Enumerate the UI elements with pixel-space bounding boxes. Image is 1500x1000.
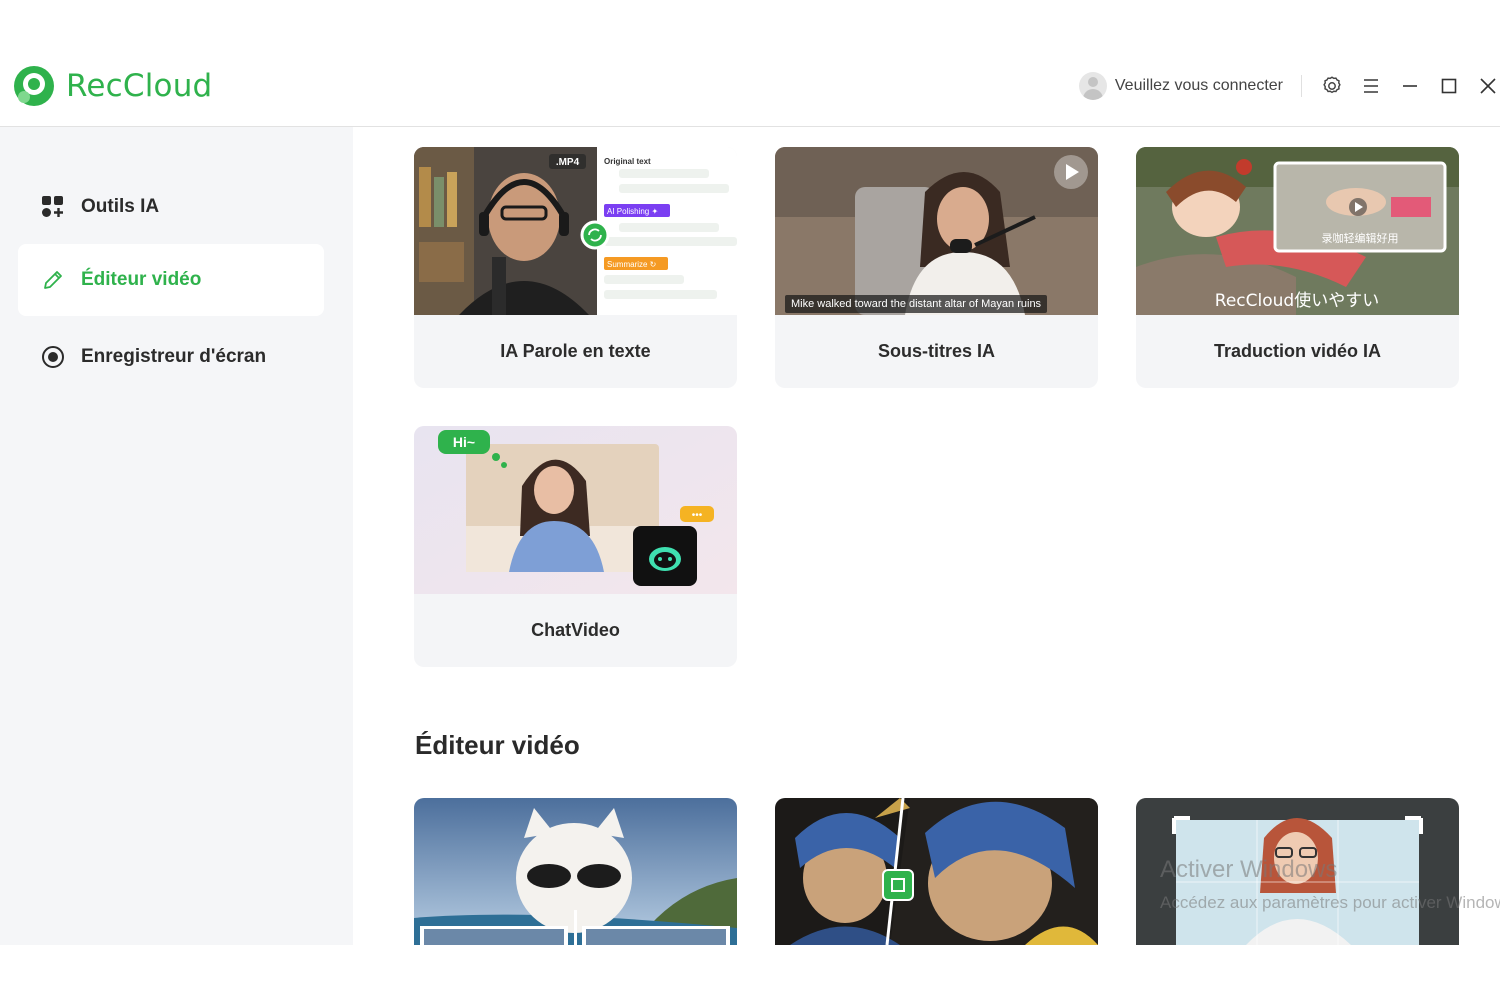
summarize-label: Summarize ↻ (607, 260, 656, 269)
minimize-button[interactable] (1398, 74, 1422, 98)
settings-button[interactable] (1320, 74, 1344, 98)
sidebar-item-outils-ia[interactable]: Outils IA (18, 171, 324, 243)
user-avatar-icon[interactable] (1078, 72, 1107, 100)
reccloud-logo-icon (14, 66, 54, 106)
app-window: RecCloud Veuillez vous connecter Outils … (0, 0, 1500, 1000)
original-text-label: Original text (604, 157, 651, 166)
ai-polishing-label: AI Polishing ✦ (607, 207, 658, 216)
hi-bubble-text: Hi~ (453, 434, 475, 450)
card-title: Traduction vidéo IA (1213, 341, 1382, 361)
sidebar-item-label: Éditeur vidéo (81, 269, 202, 290)
pencil-icon (44, 271, 62, 289)
cat-sunglasses-thumbnail-image (414, 798, 737, 945)
tool-card-subtitles[interactable]: Mike walked toward the distant altar of … (775, 147, 1098, 388)
card-title: Sous-titres IA (877, 341, 996, 361)
app-logo: RecCloud (12, 64, 212, 108)
close-button[interactable] (1476, 74, 1500, 98)
podcast-thumbnail-image: .MP4 Original text AI Polishing ✦ Summar… (414, 147, 737, 315)
menu-icon (1364, 79, 1378, 93)
minimize-icon (1403, 85, 1417, 87)
header-divider (1301, 75, 1302, 97)
card-thumbnail: Hi~ ••• (414, 426, 737, 594)
subtitle-caption: Mike walked toward the distant altar of … (785, 295, 1048, 313)
card-thumbnail: .MP4 Original text AI Polishing ✦ Summar… (414, 147, 737, 315)
cat-portrait-thumbnail-image (775, 798, 1098, 945)
card-title: ChatVideo (531, 620, 620, 640)
chatvideo-thumbnail-image: Hi~ ••• (414, 426, 737, 594)
record-icon (42, 346, 64, 368)
close-icon (1480, 78, 1496, 94)
tool-card-chatvideo[interactable]: Hi~ ••• ChatVideo (414, 426, 737, 667)
maximize-icon (1441, 78, 1457, 94)
card-title: IA Parole en texte (500, 341, 651, 361)
sidebar-item-label: Enregistreur d'écran (81, 346, 267, 367)
editor-card-1[interactable] (414, 798, 737, 945)
crop-thumbnail-image (1136, 798, 1459, 945)
main-content: .MP4 Original text AI Polishing ✦ Summar… (353, 127, 1500, 945)
header-actions: Veuillez vous connecter (1078, 66, 1500, 106)
typing-bubble-text: ••• (692, 510, 703, 521)
maximize-button[interactable] (1437, 74, 1461, 98)
tool-card-speech-to-text[interactable]: .MP4 Original text AI Polishing ✦ Summar… (414, 147, 737, 388)
title-bar: RecCloud Veuillez vous connecter (0, 48, 1500, 127)
sidebar-item-enregistreur[interactable]: Enregistreur d'écran (18, 321, 324, 393)
woman-podcast-image (775, 147, 1098, 315)
translated-overlay-text: RecCloud使いやすい (1215, 290, 1379, 311)
format-badge: .MP4 (556, 157, 580, 168)
editor-card-2[interactable] (775, 798, 1098, 945)
apps-grid-icon (42, 196, 63, 217)
tool-card-video-translation[interactable]: 录咖轻编辑好用 RecCloud使いやすい Traduction vidéo I… (1136, 147, 1459, 388)
bottom-blank-area (0, 945, 1500, 1000)
sidebar: Outils IA Éditeur vidéo Enregistreur d'é… (0, 127, 353, 945)
editor-card-3[interactable] (1136, 798, 1459, 945)
menu-button[interactable] (1359, 74, 1383, 98)
section-title-video-editor: Éditeur vidéo (415, 730, 580, 760)
login-link[interactable]: Veuillez vous connecter (1115, 77, 1283, 95)
inset-caption: 录咖轻编辑好用 (1322, 231, 1399, 245)
sidebar-item-label: Outils IA (81, 196, 160, 217)
sidebar-item-editeur-video[interactable]: Éditeur vidéo (18, 244, 324, 316)
settings-icon (1323, 76, 1341, 94)
card-thumbnail: 录咖轻编辑好用 RecCloud使いやすい (1136, 147, 1459, 315)
app-name: RecCloud (66, 68, 213, 104)
anime-thumbnail-image: 录咖轻编辑好用 RecCloud使いやすい (1136, 147, 1459, 315)
card-thumbnail: Mike walked toward the distant altar of … (775, 147, 1098, 315)
